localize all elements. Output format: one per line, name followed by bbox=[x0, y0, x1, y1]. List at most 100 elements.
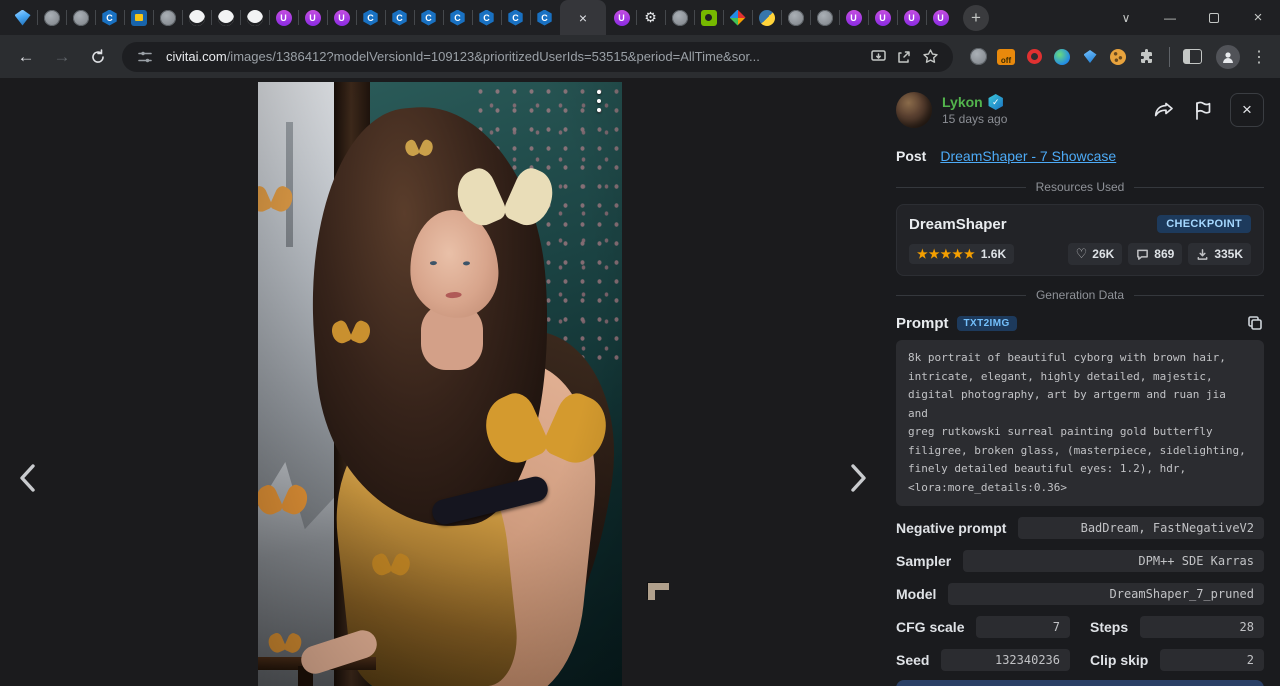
earth-icon bbox=[1054, 49, 1070, 65]
pinned-tab-prism[interactable] bbox=[723, 0, 752, 35]
copy-all-generation-data-button[interactable] bbox=[896, 680, 1264, 686]
likes-pill[interactable]: ♡ 26K bbox=[1068, 243, 1123, 265]
globe-favicon-icon bbox=[160, 10, 176, 26]
pinned-tab-civitai[interactable] bbox=[472, 0, 501, 35]
model-value[interactable]: DreamShaper_7_pruned bbox=[948, 583, 1264, 605]
red-ring-icon bbox=[1027, 49, 1042, 64]
site-info-icon[interactable] bbox=[132, 44, 158, 70]
new-tab-button[interactable]: + bbox=[963, 5, 989, 31]
pinned-tab-ultra[interactable] bbox=[897, 0, 926, 35]
pinned-tab-civitai[interactable] bbox=[95, 0, 124, 35]
extension-gem-icon[interactable] bbox=[1081, 48, 1099, 66]
extension-off-badge-icon[interactable]: off bbox=[997, 48, 1015, 66]
pinned-tabs-right bbox=[607, 0, 955, 35]
pinned-tab-globe[interactable] bbox=[153, 0, 182, 35]
pinned-tab-gear[interactable] bbox=[636, 0, 665, 35]
window-restore-button[interactable] bbox=[1192, 0, 1236, 35]
negative-prompt-value[interactable]: BadDream, FastNegativeV2 bbox=[1018, 517, 1264, 539]
browser-menu-button[interactable]: ⋮ bbox=[1248, 47, 1270, 67]
side-panel-icon bbox=[1183, 49, 1202, 64]
pinned-tab-ultra[interactable] bbox=[298, 0, 327, 35]
post-link[interactable]: DreamShaper - 7 Showcase bbox=[940, 148, 1116, 164]
reload-button[interactable] bbox=[82, 41, 114, 73]
close-panel-button[interactable]: × bbox=[1230, 93, 1264, 127]
image-options-menu-button[interactable] bbox=[597, 90, 601, 112]
pinned-tab-github[interactable] bbox=[182, 0, 211, 35]
forward-button[interactable]: → bbox=[46, 41, 78, 73]
address-bar[interactable]: civitai.com/images/1386412?modelVersionI… bbox=[122, 42, 953, 72]
pinned-tab-ultra[interactable] bbox=[926, 0, 955, 35]
post-label: Post bbox=[896, 148, 926, 164]
pinned-tab-civitai[interactable] bbox=[356, 0, 385, 35]
civitai-favicon-icon bbox=[508, 10, 524, 26]
report-flag-button[interactable] bbox=[1192, 99, 1214, 121]
share-page-icon[interactable] bbox=[891, 44, 917, 70]
profile-button[interactable] bbox=[1212, 41, 1244, 73]
rating-pill[interactable]: ★★★★★ 1.6K bbox=[909, 244, 1014, 264]
previous-image-button[interactable] bbox=[6, 456, 50, 500]
generated-image[interactable] bbox=[258, 82, 622, 686]
prompt-label: Prompt bbox=[896, 315, 949, 332]
generation-data-divider: Generation Data bbox=[896, 288, 1264, 302]
pinned-tab-gem[interactable] bbox=[8, 0, 37, 35]
model-label: Model bbox=[896, 586, 936, 602]
browser-toolbar: ← → civitai.com/images/1386412?modelVers… bbox=[0, 35, 1280, 78]
side-panel-button[interactable] bbox=[1176, 41, 1208, 73]
extensions-puzzle-icon[interactable] bbox=[1137, 48, 1155, 66]
extension-cookie-icon[interactable] bbox=[1109, 48, 1127, 66]
resource-name[interactable]: DreamShaper bbox=[909, 216, 1007, 233]
bookmark-star-icon[interactable] bbox=[917, 44, 943, 70]
share-button[interactable] bbox=[1152, 98, 1176, 122]
sampler-value[interactable]: DPM++ SDE Karras bbox=[963, 550, 1264, 572]
window-minimize-button[interactable]: — bbox=[1148, 0, 1192, 35]
pinned-tab-ultra[interactable] bbox=[269, 0, 298, 35]
pinned-tab-globe[interactable] bbox=[37, 0, 66, 35]
pinned-tab-briefcase[interactable] bbox=[124, 0, 153, 35]
active-tab[interactable]: × bbox=[560, 0, 606, 35]
pinned-tab-python[interactable] bbox=[752, 0, 781, 35]
next-image-button[interactable] bbox=[836, 456, 880, 500]
pinned-tab-civitai[interactable] bbox=[501, 0, 530, 35]
resource-card[interactable]: DreamShaper CHECKPOINT ★★★★★ 1.6K ♡ 26K … bbox=[896, 204, 1264, 276]
ultra-favicon-icon bbox=[614, 10, 630, 26]
pinned-tab-ultra[interactable] bbox=[607, 0, 636, 35]
downloads-pill[interactable]: 335K bbox=[1188, 243, 1251, 265]
tab-close-icon[interactable]: × bbox=[579, 11, 587, 25]
pinned-tab-ultra[interactable] bbox=[868, 0, 897, 35]
pinned-tab-civitai[interactable] bbox=[443, 0, 472, 35]
extensions-cluster: off bbox=[961, 48, 1163, 66]
cfg-scale-value[interactable]: 7 bbox=[976, 616, 1070, 638]
steps-value[interactable]: 28 bbox=[1140, 616, 1264, 638]
pinned-tab-ultra[interactable] bbox=[327, 0, 356, 35]
username-link[interactable]: Lykon bbox=[942, 94, 983, 110]
extension-earth-icon[interactable] bbox=[1053, 48, 1071, 66]
clip-skip-value[interactable]: 2 bbox=[1160, 649, 1264, 671]
url-path: /images/1386412?modelVersionId=109123&pr… bbox=[227, 49, 760, 64]
browser-menu-chevron[interactable]: ∨ bbox=[1104, 0, 1148, 35]
pinned-tab-civitai[interactable] bbox=[530, 0, 559, 35]
copy-generation-data-button[interactable] bbox=[1246, 314, 1264, 332]
pinned-tab-globe[interactable] bbox=[781, 0, 810, 35]
cfg-steps-row: CFG scale 7 Steps 28 bbox=[896, 616, 1264, 638]
pinned-tab-github[interactable] bbox=[211, 0, 240, 35]
pinned-tab-nvidia[interactable] bbox=[694, 0, 723, 35]
extension-globe-icon[interactable] bbox=[969, 48, 987, 66]
seed-value[interactable]: 132340236 bbox=[941, 649, 1070, 671]
pinned-tab-github[interactable] bbox=[240, 0, 269, 35]
window-close-button[interactable]: × bbox=[1236, 0, 1280, 35]
checkpoint-badge: CHECKPOINT bbox=[1157, 215, 1251, 233]
prompt-text[interactable]: 8k portrait of beautiful cyborg with bro… bbox=[896, 340, 1264, 506]
extension-opera-icon[interactable] bbox=[1025, 48, 1043, 66]
pinned-tab-globe[interactable] bbox=[810, 0, 839, 35]
url-text[interactable]: civitai.com/images/1386412?modelVersionI… bbox=[166, 49, 865, 64]
pinned-tab-globe[interactable] bbox=[665, 0, 694, 35]
user-avatar[interactable] bbox=[896, 92, 932, 128]
back-button[interactable]: ← bbox=[10, 41, 42, 73]
pinned-tab-globe[interactable] bbox=[66, 0, 95, 35]
civitai-favicon-icon bbox=[537, 10, 553, 26]
install-app-icon[interactable] bbox=[865, 44, 891, 70]
pinned-tab-civitai[interactable] bbox=[414, 0, 443, 35]
pinned-tab-ultra[interactable] bbox=[839, 0, 868, 35]
comments-pill[interactable]: 869 bbox=[1128, 243, 1182, 265]
pinned-tab-civitai[interactable] bbox=[385, 0, 414, 35]
